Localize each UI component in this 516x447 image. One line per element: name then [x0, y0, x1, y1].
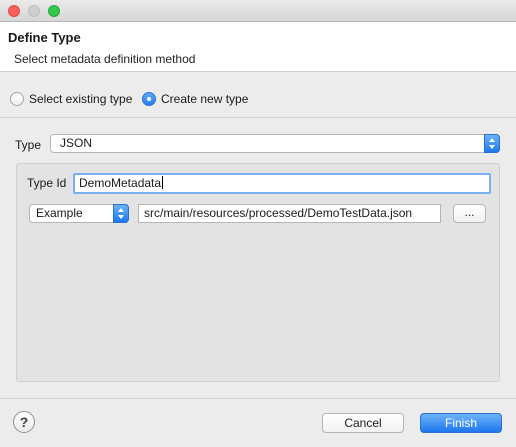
dialog-header: Define Type Select metadata definition m…	[0, 22, 516, 72]
source-mode-select[interactable]: Example	[29, 204, 129, 223]
minimize-window-button[interactable]	[28, 5, 40, 17]
radio-select-existing-type[interactable]: Select existing type	[10, 91, 132, 107]
radio-create-new-type[interactable]: Create new type	[142, 91, 248, 107]
divider	[0, 117, 516, 118]
select-arrows-icon[interactable]	[113, 204, 129, 223]
radio-label-new: Create new type	[161, 92, 249, 106]
select-arrows-icon[interactable]	[484, 134, 500, 153]
close-window-button[interactable]	[8, 5, 20, 17]
type-select[interactable]: JSON	[50, 134, 500, 153]
example-path-input[interactable]: src/main/resources/processed/DemoTestDat…	[138, 204, 441, 223]
divider	[0, 398, 516, 399]
type-id-value: DemoMetadata	[79, 176, 162, 190]
browse-button[interactable]: ...	[453, 204, 486, 223]
radio-checked-icon[interactable]	[142, 92, 156, 106]
radio-unchecked-icon[interactable]	[10, 92, 24, 106]
dialog-title: Define Type	[8, 30, 81, 45]
zoom-window-button[interactable]	[48, 5, 60, 17]
window-titlebar	[0, 0, 516, 22]
finish-button[interactable]: Finish	[420, 413, 502, 433]
radio-label-existing: Select existing type	[29, 92, 133, 106]
type-id-label: Type Id	[27, 176, 67, 190]
source-mode-value: Example	[36, 206, 83, 220]
type-id-input[interactable]: DemoMetadata	[73, 173, 491, 194]
dialog-subtitle: Select metadata definition method	[14, 52, 196, 66]
type-select-value: JSON	[60, 136, 93, 150]
type-details-panel	[16, 163, 500, 382]
type-label: Type	[15, 138, 42, 152]
help-button[interactable]: ?	[13, 411, 35, 433]
text-cursor	[162, 176, 164, 189]
cancel-button[interactable]: Cancel	[322, 413, 404, 433]
